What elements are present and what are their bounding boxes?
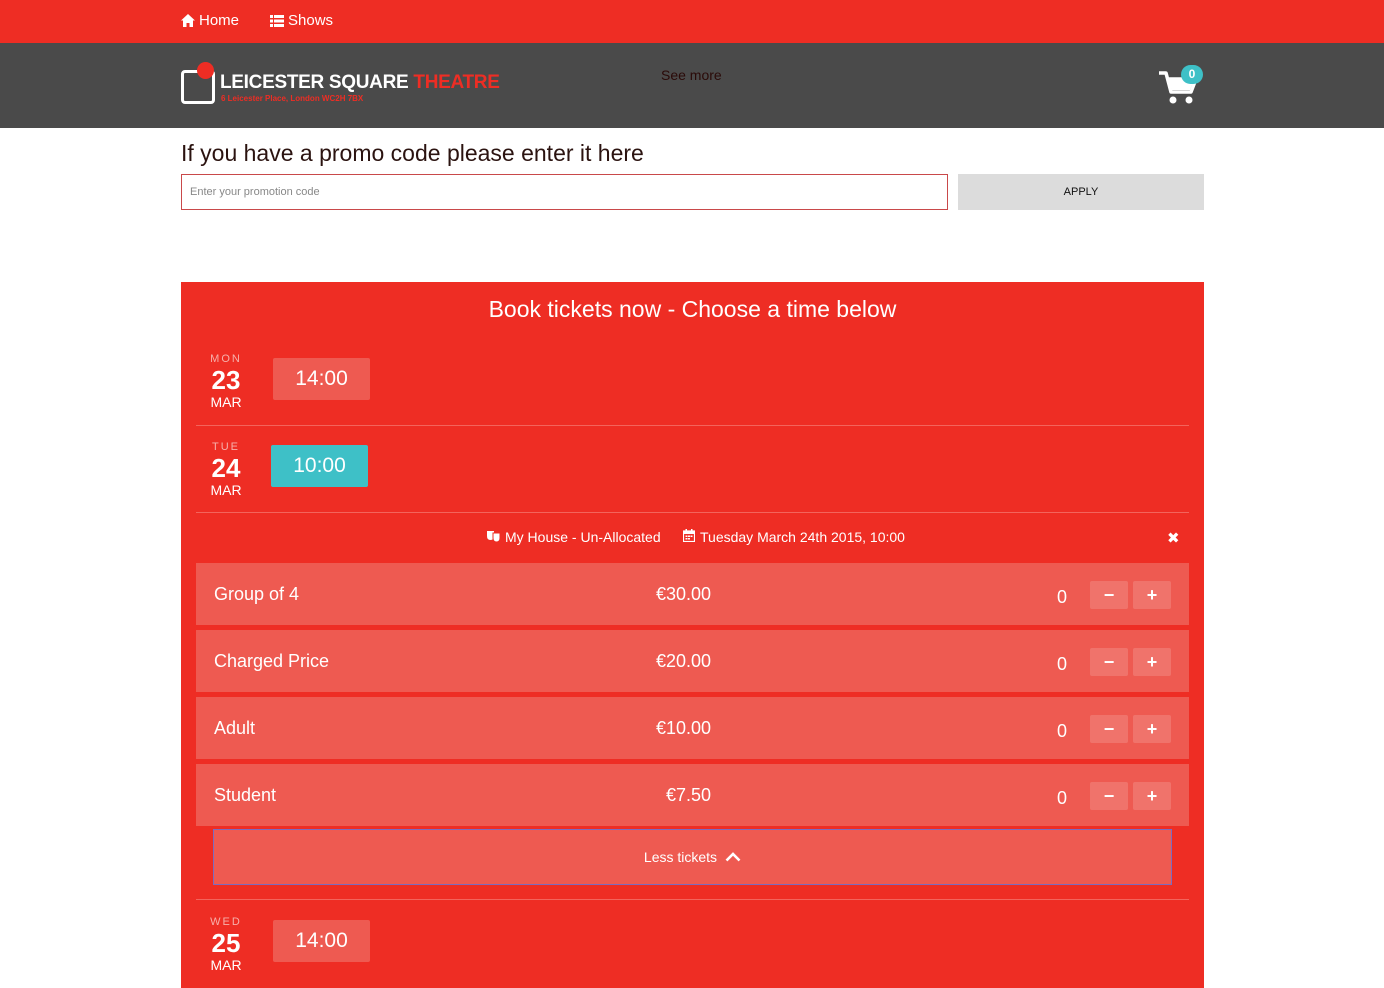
logo-name-red: THEATRE <box>413 72 500 93</box>
ticket-price: €30.00 <box>655 584 711 604</box>
ticket-quantity: 0 <box>1057 721 1068 741</box>
ticket-name: Adult <box>214 718 256 738</box>
booking-panel: Book tickets now - Choose a time below M… <box>181 282 1204 988</box>
apply-button[interactable]: APPLY <box>958 174 1204 210</box>
ticket-name: Group of 4 <box>214 584 300 604</box>
calendar-icon <box>682 529 696 545</box>
row-divider <box>196 899 1189 900</box>
row-divider <box>196 425 1189 426</box>
nav-home-label: Home <box>199 12 240 29</box>
logo-address: 6 Leicester Place, London WC2H 7BX <box>221 94 364 103</box>
theatre-logo[interactable]: LEICESTER SQUARE THEATRE 6 Leicester Pla… <box>181 62 500 106</box>
date-tue-24: TUE 24 MAR <box>196 440 256 498</box>
increase-quantity-button[interactable]: + <box>1133 581 1171 609</box>
day-number: 24 <box>211 453 241 483</box>
less-tickets-label: Less tickets <box>643 849 718 865</box>
ticket-row-charged-price: Charged Price €20.00 0 − + <box>196 630 1189 692</box>
performance-venue: My House - Un-Allocated <box>487 529 661 545</box>
day-number: 23 <box>211 365 241 395</box>
day-number: 25 <box>211 928 241 958</box>
logo-name: LEICESTER SQUARE THEATRE <box>220 72 500 94</box>
increase-quantity-button[interactable]: + <box>1133 782 1171 810</box>
date-mon-23: MON 23 MAR <box>196 352 256 410</box>
home-icon <box>181 14 195 27</box>
time-button-mon-1400[interactable]: 14:00 <box>273 358 370 400</box>
nav-shows-label: Shows <box>288 12 334 29</box>
logo-name-white: LEICESTER SQUARE <box>220 72 409 93</box>
ticket-price: €7.50 <box>665 785 711 805</box>
chevron-up-icon <box>725 849 741 865</box>
day-of-week: MON <box>210 353 242 365</box>
performance-date: Tuesday March 24th 2015, 10:00 <box>682 529 905 545</box>
decrease-quantity-button[interactable]: − <box>1090 782 1128 810</box>
day-month: MAR <box>210 957 242 973</box>
theatre-masks-icon <box>487 529 501 545</box>
logo-dot <box>197 62 214 79</box>
time-button-wed-1400[interactable]: 14:00 <box>273 920 370 962</box>
ticket-row-student: Student €7.50 0 − + <box>196 764 1189 826</box>
ticket-quantity: 0 <box>1057 587 1068 607</box>
day-of-week: WED <box>210 916 242 928</box>
promo-heading: If you have a promo code please enter it… <box>181 140 644 166</box>
time-button-tue-1000[interactable]: 10:00 <box>271 445 368 487</box>
ticket-price: €10.00 <box>655 718 711 738</box>
ticket-name: Charged Price <box>214 651 330 671</box>
nav-shows-link[interactable]: Shows <box>270 12 333 29</box>
ticket-row-adult: Adult €10.00 0 − + <box>196 697 1189 759</box>
top-nav: Home Shows <box>0 0 1384 43</box>
day-of-week: TUE <box>212 441 240 453</box>
row-divider <box>196 512 1189 513</box>
decrease-quantity-button[interactable]: − <box>1090 581 1128 609</box>
date-wed-25: WED 25 MAR <box>196 915 256 973</box>
decrease-quantity-button[interactable]: − <box>1090 715 1128 743</box>
ticket-quantity: 0 <box>1057 788 1068 808</box>
day-month: MAR <box>210 482 242 498</box>
ticket-row-group-of-4: Group of 4 €30.00 0 − + <box>196 563 1189 625</box>
decrease-quantity-button[interactable]: − <box>1090 648 1128 676</box>
promo-code-input[interactable] <box>181 174 948 210</box>
ticket-quantity: 0 <box>1057 654 1068 674</box>
increase-quantity-button[interactable]: + <box>1133 648 1171 676</box>
cart-count-badge: 0 <box>1181 65 1203 84</box>
close-icon[interactable]: ✖ <box>1167 529 1180 547</box>
nav-home-link[interactable]: Home <box>181 12 239 29</box>
performance-venue-label: My House - Un-Allocated <box>505 529 661 545</box>
list-icon <box>270 14 284 27</box>
less-tickets-button[interactable]: Less tickets <box>213 829 1172 885</box>
see-more-link[interactable]: See more <box>661 67 722 83</box>
ticket-name: Student <box>214 785 277 805</box>
performance-date-label: Tuesday March 24th 2015, 10:00 <box>700 529 905 545</box>
increase-quantity-button[interactable]: + <box>1133 715 1171 743</box>
ticket-price: €20.00 <box>655 651 711 671</box>
performance-info: My House - Un-Allocated Tuesday March 24… <box>181 529 1204 547</box>
day-month: MAR <box>210 394 242 410</box>
booking-title: Book tickets now - Choose a time below <box>488 296 897 322</box>
